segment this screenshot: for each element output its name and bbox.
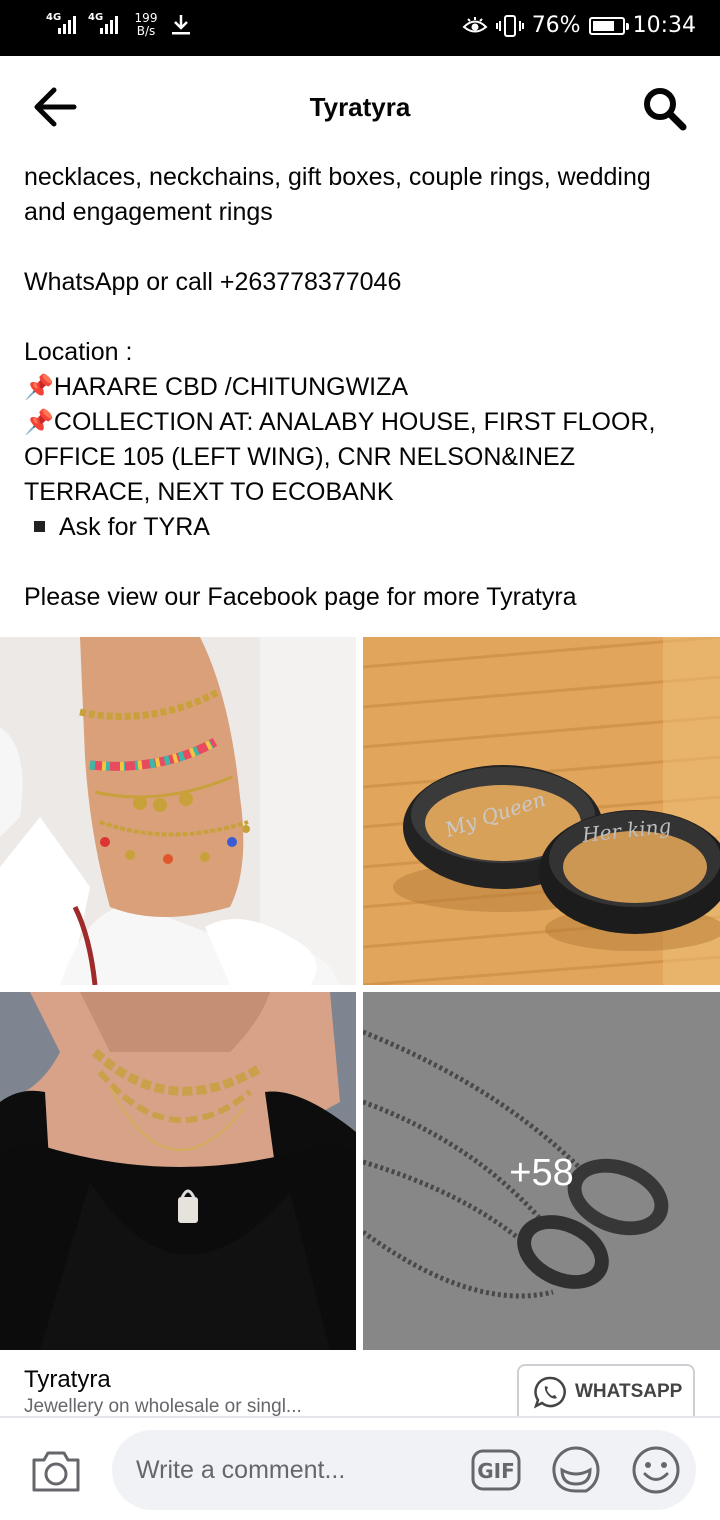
camera-button[interactable] [30, 1448, 82, 1494]
gif-icon: GIF [471, 1449, 521, 1491]
comment-field: GIF [112, 1430, 696, 1510]
necklace-photo[interactable] [0, 992, 356, 1350]
post-line: Ask for TYRA [24, 510, 704, 545]
more-photos-count: +58 [509, 1152, 574, 1194]
search-button[interactable] [640, 84, 688, 132]
page-title: Tyratyra [309, 92, 411, 122]
vibrate-icon [495, 14, 524, 37]
post-line: OFFICE 105 (LEFT WING), CNR NELSON&INEZ [24, 443, 576, 471]
download-icon [172, 15, 190, 35]
camera-icon [32, 1451, 80, 1492]
phone-line[interactable]: WhatsApp or call +263778377046 [24, 265, 704, 300]
signal-icon: 4G [46, 12, 80, 38]
post-line: necklaces, neckchains, gift boxes, coupl… [24, 163, 651, 191]
signal-icon: 4G [88, 12, 122, 38]
pendant-rings-photo[interactable]: +58 [363, 992, 720, 1350]
sticker-button[interactable] [550, 1444, 602, 1496]
post-line [24, 230, 704, 265]
comment-input[interactable] [136, 1430, 466, 1510]
post-line: Location : [24, 338, 133, 366]
svg-text:GIF: GIF [477, 1459, 515, 1483]
post-line [24, 300, 704, 335]
emoji-icon [632, 1446, 680, 1494]
emoji-button[interactable] [630, 1444, 682, 1496]
post-line: TERRACE, NEXT TO ECOBANK [24, 478, 394, 506]
sticker-icon [552, 1446, 600, 1493]
whatsapp-label: WHATSAPP [575, 1381, 683, 1402]
page-preview[interactable]: Tyratyra Jewellery on wholesale or singl… [0, 1350, 720, 1418]
post-line: Please view our Facebook page for more T… [24, 583, 577, 611]
post-line: 📌HARARE CBD /CHITUNGWIZA [24, 373, 409, 401]
post-line [24, 545, 704, 580]
battery-percent: 76% [531, 13, 581, 38]
preview-title: Tyratyra [24, 1366, 111, 1393]
eye-comfort-icon [462, 16, 488, 32]
battery-icon [588, 16, 629, 35]
gif-button[interactable]: GIF [470, 1447, 522, 1493]
couple-rings-photo[interactable]: My Queen Her king [363, 637, 720, 985]
post-text: necklaces, neckchains, gift boxes, coupl… [24, 160, 704, 615]
post-line: and engagement rings [24, 198, 273, 226]
pushpin-icon: 📌 [24, 374, 54, 401]
pushpin-icon: 📌 [24, 409, 54, 436]
whatsapp-icon [533, 1376, 566, 1409]
app-header: Tyratyra [0, 56, 720, 160]
preview-subtitle: Jewellery on wholesale or singl... [24, 1396, 302, 1416]
square-bullet-icon [34, 520, 45, 532]
anklets-photo[interactable] [0, 637, 356, 985]
search-icon [644, 88, 687, 131]
network-speed: 199 B/s [134, 11, 158, 38]
whatsapp-button[interactable]: WHATSAPP [517, 1364, 695, 1418]
status-bar: 4G 4G 199 B/s 76% 10:34 [0, 0, 720, 56]
post-line: 📌COLLECTION AT: ANALABY HOUSE, FIRST FLO… [24, 408, 656, 436]
more-photos-overlay[interactable]: +58 [363, 992, 720, 1350]
clock: 10:34 [632, 13, 696, 38]
comment-bar: GIF [0, 1416, 720, 1520]
